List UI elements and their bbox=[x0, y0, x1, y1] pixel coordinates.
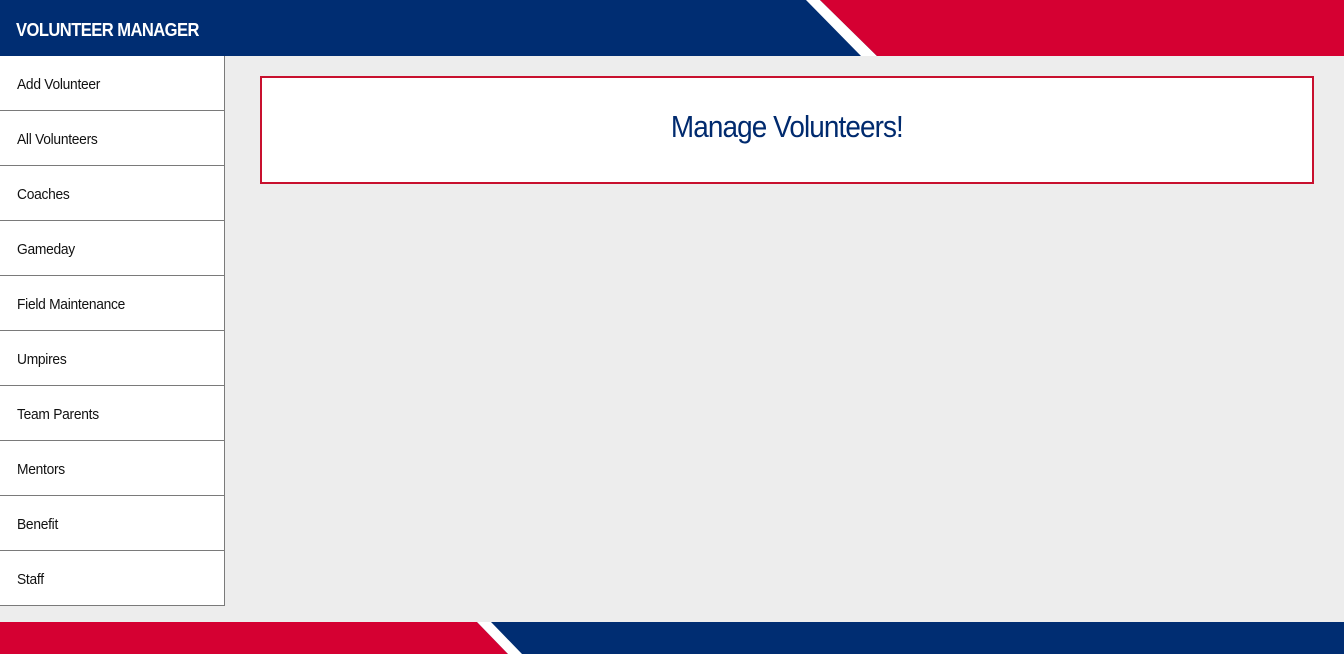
sidebar-item-label: Field Maintenance bbox=[17, 296, 126, 313]
footer-red-band bbox=[0, 622, 508, 654]
footer-bar bbox=[0, 622, 1344, 654]
sidebar-item-team-parents[interactable]: Team Parents bbox=[0, 386, 224, 441]
sidebar-item-staff[interactable]: Staff bbox=[0, 551, 224, 606]
sidebar-item-label: Mentors bbox=[17, 461, 65, 478]
header-red-band bbox=[820, 0, 1344, 56]
sidebar-item-coaches[interactable]: Coaches bbox=[0, 166, 224, 221]
sidebar-item-label: Add Volunteer bbox=[17, 76, 101, 93]
sidebar-item-umpires[interactable]: Umpires bbox=[0, 331, 224, 386]
app-title[interactable]: VOLUNTEER MANAGER bbox=[16, 0, 199, 56]
sidebar-item-label: Umpires bbox=[17, 351, 67, 368]
page-title: Manage Volunteers! bbox=[671, 109, 904, 144]
header-bar: VOLUNTEER MANAGER bbox=[0, 0, 1344, 56]
sidebar-item-field-maintenance[interactable]: Field Maintenance bbox=[0, 276, 224, 331]
sidebar-item-add-volunteer[interactable]: Add Volunteer bbox=[0, 56, 224, 111]
footer-stripe-graphic bbox=[0, 622, 1344, 654]
sidebar-item-label: Gameday bbox=[17, 241, 75, 258]
sidebar-item-label: Team Parents bbox=[17, 406, 99, 423]
sidebar-item-label: Staff bbox=[17, 571, 44, 588]
sidebar-item-label: Coaches bbox=[17, 186, 70, 203]
sidebar-item-mentors[interactable]: Mentors bbox=[0, 441, 224, 496]
sidebar-item-all-volunteers[interactable]: All Volunteers bbox=[0, 111, 224, 166]
sidebar-item-label: Benefit bbox=[17, 516, 59, 533]
page: VOLUNTEER MANAGER Add Volunteer All Volu… bbox=[0, 0, 1344, 654]
sidebar-nav: Add Volunteer All Volunteers Coaches Gam… bbox=[0, 56, 225, 606]
header-stripe-graphic bbox=[0, 0, 1344, 56]
sidebar-item-label: All Volunteers bbox=[17, 131, 98, 148]
sidebar-item-benefit[interactable]: Benefit bbox=[0, 496, 224, 551]
welcome-banner: Manage Volunteers! bbox=[260, 76, 1314, 184]
sidebar-item-gameday[interactable]: Gameday bbox=[0, 221, 224, 276]
